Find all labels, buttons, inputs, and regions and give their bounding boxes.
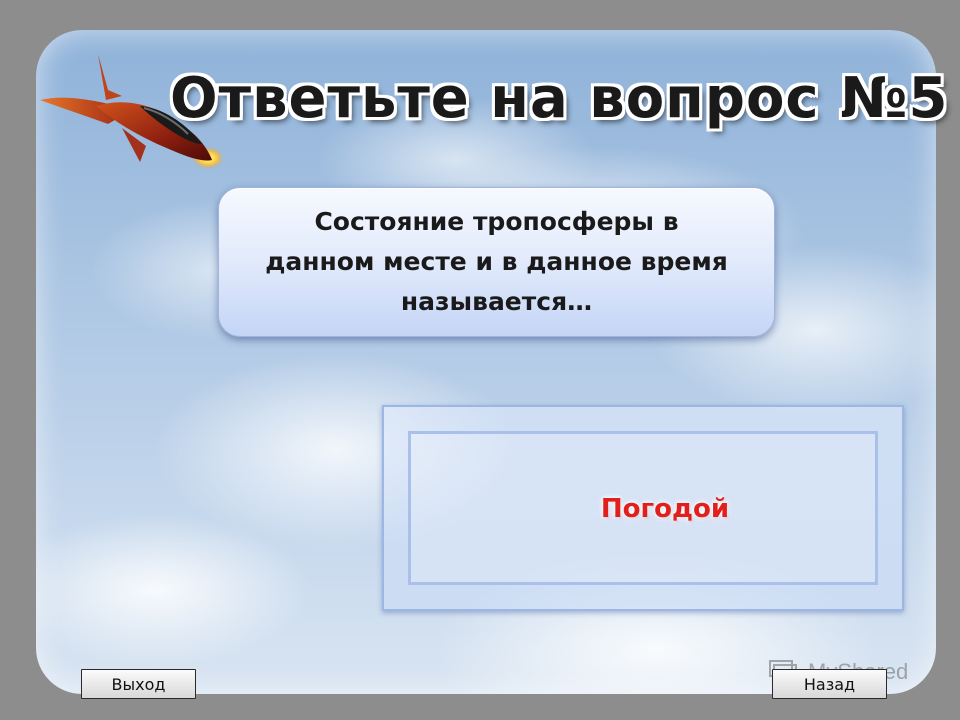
answer-text: Погодой <box>600 494 730 524</box>
exit-button[interactable]: Выход <box>81 669 196 699</box>
back-button[interactable]: Назад <box>772 669 887 699</box>
answer-panel: Погодой <box>382 405 904 611</box>
question-box: Состояние тропосферы в данном месте и в … <box>218 187 775 337</box>
answer-inner-frame: Погодой <box>408 431 878 585</box>
question-text: Состояние тропосферы в данном месте и в … <box>265 207 728 316</box>
page-title: Ответьте на вопрос №5 <box>170 66 949 131</box>
